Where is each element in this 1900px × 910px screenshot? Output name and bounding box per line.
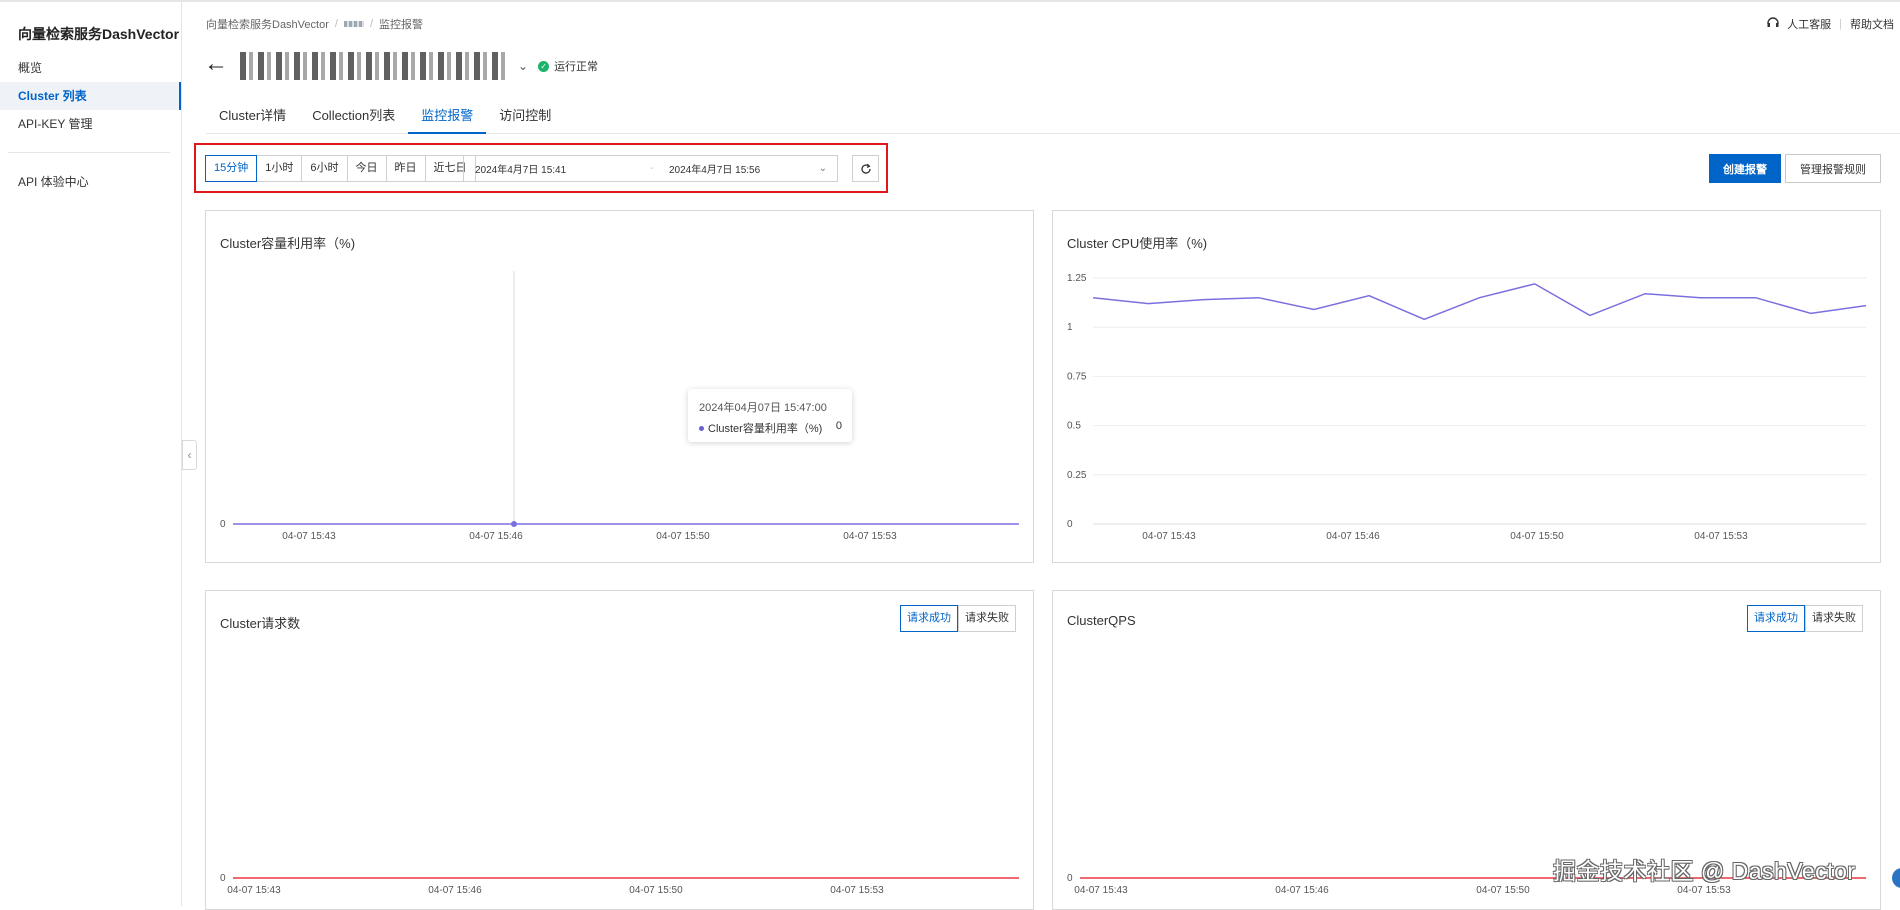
cpu-x-tick: 04-07 15:46 — [1326, 531, 1380, 542]
qps-x-tick: 04-07 15:43 — [1074, 885, 1128, 896]
tooltip-series-name: Cluster容量利用率（%) — [708, 423, 823, 435]
cpu-y-tick: 0 — [1067, 519, 1073, 530]
range-6h-button[interactable]: 6小时 — [302, 156, 348, 181]
refresh-icon[interactable] — [852, 155, 879, 182]
sidebar-brand: 向量检索服务DashVector — [18, 26, 180, 42]
top-border — [0, 0, 1900, 2]
qps-x-tick: 04-07 15:46 — [1275, 885, 1329, 896]
tab-access-control[interactable]: 访问控制 — [486, 104, 564, 134]
status-label: 运行正常 — [554, 61, 599, 73]
sidebar-item-api-key[interactable]: API-KEY 管理 — [0, 110, 181, 138]
range-15min-button[interactable]: 15分钟 — [205, 155, 258, 182]
requests-x-tick: 04-07 15:53 — [830, 885, 884, 896]
cluster-name-redacted — [240, 52, 508, 80]
status-badge: ✓ 运行正常 — [538, 58, 598, 74]
breadcrumb-root[interactable]: 向量检索服务DashVector — [206, 16, 329, 32]
cpu-y-tick: 0.75 — [1067, 371, 1087, 382]
cpu-x-tick: 04-07 15:43 — [1142, 531, 1196, 542]
cpu-x-tick: 04-07 15:50 — [1510, 531, 1564, 542]
link-separator: | — [1839, 18, 1842, 30]
capacity-x-tick: 04-07 15:46 — [469, 531, 523, 542]
sidebar: 向量检索服务DashVector 概览 Cluster 列表 API-KEY 管… — [0, 2, 182, 906]
breadcrumb-cluster-redacted[interactable] — [343, 21, 364, 27]
cpu-series-line — [1092, 283, 1867, 321]
capacity-hover-point — [511, 521, 517, 527]
capacity-x-tick: 04-07 15:43 — [282, 531, 336, 542]
breadcrumb-current: 监控报警 — [379, 19, 423, 31]
requests-x-tick: 04-07 15:43 — [227, 885, 281, 896]
cpu-y-tick: 0.25 — [1067, 470, 1087, 481]
requests-chart-card: Cluster请求数 请求成功 请求失败 0 04-07 15:43 04-07 1… — [205, 590, 1034, 910]
tooltip-series: Cluster容量利用率（%) — [699, 420, 822, 436]
range-1h-button[interactable]: 1小时 — [257, 156, 303, 181]
tab-collection-list[interactable]: Collection列表 — [299, 104, 408, 134]
chevron-down-icon[interactable]: ⌄ — [819, 163, 827, 174]
headset-icon — [1767, 17, 1779, 31]
capacity-chart-card: Cluster容量利用率（%) 0 04-07 15:43 04-07 15:46 0… — [205, 210, 1034, 563]
cpu-y-tick: 1.25 — [1067, 273, 1087, 284]
requests-x-tick: 04-07 15:50 — [629, 885, 683, 896]
date-range-start[interactable]: 2024年4月7日 15:41 — [475, 161, 566, 176]
cpu-x-tick: 04-07 15:53 — [1694, 531, 1748, 542]
docs-link[interactable]: 帮助文档 — [1850, 16, 1894, 32]
sidebar-item-api-playground[interactable]: API 体验中心 — [0, 168, 181, 196]
chevron-down-icon[interactable]: ⌄ — [518, 59, 528, 73]
create-alarm-button[interactable]: 创建报警 — [1709, 154, 1781, 183]
chart-tooltip: 2024年04月07日 15:47:00 Cluster容量利用率（%) 0 — [688, 389, 852, 442]
range-yesterday-button[interactable]: 昨日 — [386, 156, 426, 181]
back-arrow-icon[interactable]: ← — [204, 52, 228, 76]
tab-monitoring[interactable]: 监控报警 — [408, 104, 487, 134]
date-range-separator: - — [650, 163, 654, 174]
requests-y-tick: 0 — [220, 873, 226, 884]
top-right-links: 人工客服 | 帮助文档 — [1767, 16, 1894, 32]
qps-x-tick: 04-07 15:53 — [1677, 885, 1731, 896]
qps-y-tick: 0 — [1067, 873, 1073, 884]
cpu-y-tick: 0.5 — [1067, 421, 1081, 432]
date-range-picker[interactable]: 2024年4月7日 15:41 - 2024年4月7日 15:56 ⌄ — [463, 155, 838, 182]
requests-chart: 004-07 15:43 04-07 15:46 04-07 15:50 04-07 … — [220, 873, 1019, 896]
tab-cluster-detail[interactable]: Cluster详情 — [206, 104, 299, 134]
cpu-chart: 0 0.25 0.5 0.75 1 1.25 04-07 15:43 04-07 15:46 0… — [1067, 273, 1867, 542]
capacity-chart: 0 04-07 15:43 04-07 15:46 04-07 15:50 04-07 … — [220, 271, 1019, 542]
tab-bar: Cluster详情 Collection列表 监控报警 访问控制 — [206, 104, 1900, 134]
requests-x-tick: 04-07 15:46 — [428, 885, 482, 896]
watermark: 掘金技术社区 @ DashVector — [1553, 858, 1856, 884]
manage-alarm-rules-button[interactable]: 管理报警规则 — [1785, 154, 1881, 183]
cpu-y-tick: 1 — [1067, 322, 1073, 333]
breadcrumb-separator: / — [369, 18, 373, 30]
breadcrumb: 向量检索服务DashVector / / 监控报警 — [206, 16, 423, 32]
page-title: ⌄ ✓ 运行正常 — [240, 52, 598, 80]
tooltip-time: 2024年04月07日 15:47:00 — [699, 402, 827, 414]
capacity-x-tick: 04-07 15:53 — [843, 531, 897, 542]
capacity-y-tick: 0 — [220, 519, 226, 530]
tooltip-value: 0 — [835, 420, 842, 432]
sidebar-item-cluster-list[interactable]: Cluster 列表 — [0, 82, 181, 110]
qps-x-tick: 04-07 15:50 — [1476, 885, 1530, 896]
sidebar-collapse-icon[interactable]: ‹ — [182, 440, 197, 470]
check-circle-icon: ✓ — [538, 60, 550, 72]
floating-help-icon[interactable] — [1892, 868, 1900, 888]
range-today-button[interactable]: 今日 — [347, 156, 387, 181]
sidebar-divider — [8, 152, 170, 153]
sidebar-item-overview[interactable]: 概览 — [0, 54, 181, 82]
breadcrumb-separator: / — [334, 18, 338, 30]
support-link[interactable]: 人工客服 — [1787, 16, 1831, 32]
capacity-x-tick: 04-07 15:50 — [656, 531, 710, 542]
cpu-chart-card: Cluster CPU使用率（%) 0 0.25 0.5 0.75 1 1.25 04-07… — [1052, 210, 1881, 563]
date-range-end[interactable]: 2024年4月7日 15:56 — [669, 161, 760, 176]
series-dot-icon — [699, 425, 704, 431]
time-range-group: 15分钟 1小时 6小时 今日 昨日 近七日 — [205, 155, 476, 182]
